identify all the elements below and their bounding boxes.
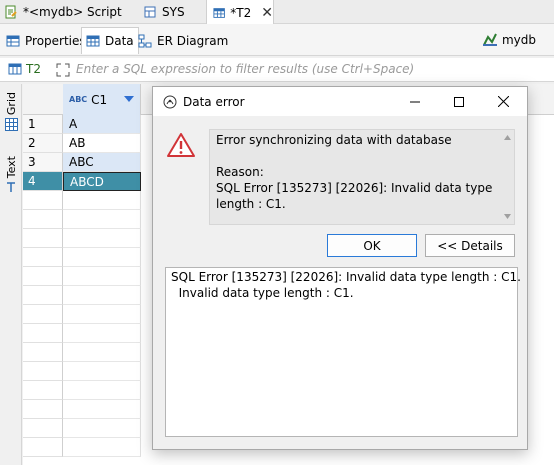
filter-bar: T2 Enter a SQL expression to filter resu… <box>0 58 554 82</box>
empty-row <box>23 191 63 210</box>
tab-er-diagram[interactable]: ER Diagram <box>134 27 232 54</box>
minimize-button[interactable] <box>393 87 437 116</box>
empty-cell <box>63 229 141 248</box>
tab-properties[interactable]: Properties <box>2 27 90 54</box>
column-name: C1 <box>91 92 108 107</box>
dialog-title: Data error <box>183 94 245 109</box>
connection-indicator[interactable]: mydb <box>482 33 536 47</box>
close-icon <box>497 96 509 107</box>
minimize-icon <box>410 101 420 102</box>
table-cell[interactable]: AB <box>63 134 141 153</box>
table-cell[interactable]: ABC <box>63 153 141 172</box>
text-icon <box>7 182 15 193</box>
empty-cell <box>63 419 141 438</box>
filter-input[interactable]: Enter a SQL expression to filter results… <box>76 62 414 76</box>
tab-script-label: *<mydb> Script <box>23 5 122 19</box>
empty-cell <box>63 400 141 419</box>
error-message-line: length : C1. <box>216 197 286 211</box>
tab-properties-label: Properties <box>25 33 86 48</box>
filter-table-selector[interactable]: T2 <box>8 62 41 76</box>
empty-cell <box>63 267 141 286</box>
editor-tab-bar: *<mydb> Script SYS *T2 ✕ <box>0 0 554 25</box>
close-button[interactable] <box>481 87 525 116</box>
tab-sys-label: SYS <box>162 5 185 19</box>
error-message-line: Reason: <box>216 165 264 179</box>
message-scrollbar[interactable] <box>502 131 513 223</box>
empty-cell <box>63 191 141 210</box>
empty-row <box>23 229 63 248</box>
error-message-line: Error synchronizing data with database <box>216 133 452 147</box>
data-icon <box>86 35 100 47</box>
database-connection-icon <box>482 33 497 46</box>
empty-row <box>23 210 63 229</box>
row-number[interactable]: 4 <box>23 172 63 191</box>
empty-row <box>23 324 63 343</box>
empty-cell <box>63 210 141 229</box>
app-icon <box>163 95 177 108</box>
dialog-titlebar: Data error <box>153 87 527 116</box>
empty-row <box>23 438 63 457</box>
schema-icon <box>144 6 156 18</box>
table-icon <box>8 63 22 75</box>
error-message-box: Error synchronizing data with database Re… <box>209 129 515 225</box>
side-tab-grid[interactable]: Grid <box>1 92 21 132</box>
side-tab-text[interactable]: Text <box>1 156 21 193</box>
error-warning-icon <box>167 133 195 157</box>
side-tab-text-label: Text <box>4 156 18 179</box>
side-tab-grid-label: Grid <box>4 92 18 116</box>
empty-cell <box>63 438 141 457</box>
table-icon <box>213 7 225 18</box>
maximize-icon <box>454 96 464 107</box>
type-badge: ABC <box>69 95 88 104</box>
data-error-dialog: Data error Error synchronizing data with… <box>152 86 528 450</box>
error-details-text[interactable]: SQL Error [135273] [22026]: Invalid data… <box>165 267 521 437</box>
connection-label: mydb <box>501 33 536 47</box>
table-cell[interactable]: ABCD <box>63 172 141 191</box>
error-message-line: SQL Error [135273] [22026]: Invalid data… <box>216 181 493 195</box>
empty-cell <box>63 324 141 343</box>
row-number[interactable]: 1 <box>23 115 63 134</box>
grid-icon <box>4 118 18 132</box>
empty-row <box>23 248 63 267</box>
details-line: SQL Error [135273] [22026]: Invalid data… <box>171 270 521 284</box>
tab-t2-label: *T2 <box>230 5 252 20</box>
row-number[interactable]: 2 <box>23 134 63 153</box>
empty-row <box>23 305 63 324</box>
empty-row <box>23 362 63 381</box>
empty-row <box>23 343 63 362</box>
empty-cell <box>63 248 141 267</box>
ok-button[interactable]: OK <box>327 234 417 257</box>
tab-er-diagram-label: ER Diagram <box>157 33 229 48</box>
empty-row <box>23 267 63 286</box>
chevron-down-icon[interactable] <box>124 96 134 102</box>
filter-table-label: T2 <box>26 62 41 76</box>
sub-tab-bar: Properties Data ER Diagram mydb <box>0 24 554 56</box>
tab-script[interactable]: *<mydb> Script <box>4 0 122 24</box>
empty-row <box>23 419 63 438</box>
close-icon[interactable]: ✕ <box>261 5 273 21</box>
empty-cell <box>63 343 141 362</box>
table-cell[interactable]: A <box>63 115 141 134</box>
tab-sys[interactable]: SYS <box>143 0 185 24</box>
details-line: Invalid data type length : C1. <box>171 286 354 300</box>
sql-script-icon <box>5 5 17 19</box>
empty-row <box>23 381 63 400</box>
empty-cell <box>63 381 141 400</box>
expand-icon[interactable] <box>56 63 70 77</box>
tab-t2[interactable]: *T2 ✕ <box>206 0 274 25</box>
view-switcher: Grid Text <box>0 84 22 465</box>
maximize-button[interactable] <box>437 87 481 116</box>
empty-row <box>23 286 63 305</box>
empty-cell <box>63 305 141 324</box>
row-number[interactable]: 3 <box>23 153 63 172</box>
empty-row <box>23 400 63 419</box>
details-button[interactable]: << Details <box>425 234 515 257</box>
er-diagram-icon <box>138 34 152 47</box>
tab-data[interactable]: Data <box>81 27 139 54</box>
empty-cell <box>63 362 141 381</box>
column-header-c1[interactable]: ABC C1 <box>63 84 141 115</box>
properties-icon <box>6 35 20 46</box>
empty-cell <box>63 286 141 305</box>
tab-data-label: Data <box>105 34 134 48</box>
